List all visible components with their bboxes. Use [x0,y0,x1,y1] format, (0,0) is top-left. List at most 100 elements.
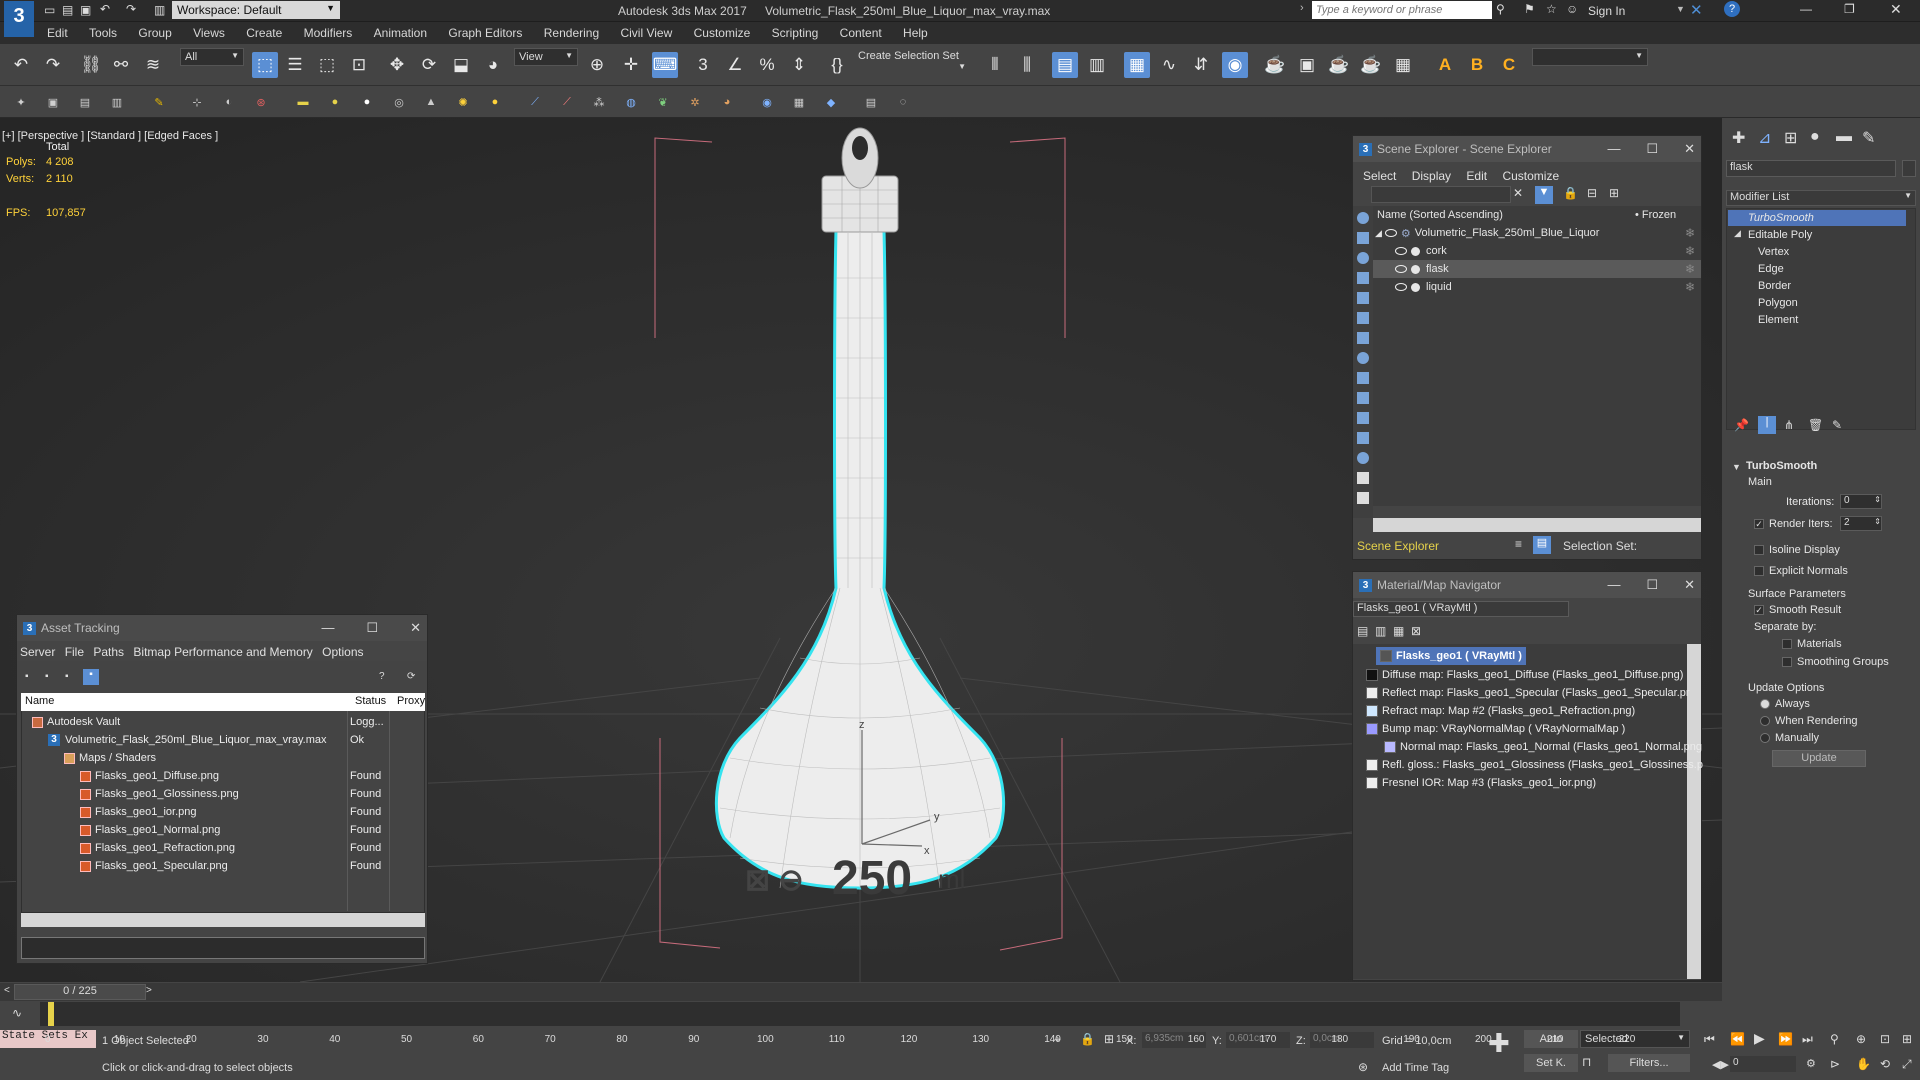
scene-menu-display[interactable]: Display [1406,166,1457,186]
isoline-checkbox[interactable]: Isoline Display [1754,544,1840,556]
cone-prim-icon[interactable]: ▲ [422,93,440,111]
vray-c-icon[interactable]: C [1496,52,1522,78]
subobject-polygon[interactable]: Polygon [1728,295,1906,311]
globe-tool-icon[interactable]: ◍ [622,93,640,111]
menu-edit[interactable]: Edit [38,22,77,44]
scene-object-row-selected[interactable]: flask [1373,260,1701,278]
manually-radio[interactable]: Manually [1760,732,1819,744]
display-lights-icon[interactable] [1357,272,1369,284]
favorites-icon[interactable]: ☆ [1546,2,1557,16]
orbit-icon[interactable]: ⟲ [1880,1057,1890,1071]
display-frozen-icon[interactable] [1357,432,1369,444]
render-production-icon[interactable]: ☕ [1326,52,1352,78]
frozen-snowflake-icon[interactable]: ❄ [1685,280,1695,294]
particle-tool-icon[interactable]: ⁂ [590,93,608,111]
configure-sets-icon[interactable]: ✎ [1832,418,1842,432]
vray-b-icon[interactable]: B [1464,52,1490,78]
scene-menu-customize[interactable]: Customize [1496,166,1565,186]
scene-explorer-icon[interactable]: ▦ [1124,52,1150,78]
select-object-icon[interactable]: ⬚ [252,52,278,78]
binoculars-icon[interactable]: ⚲ [1496,2,1505,16]
material-navigator-titlebar[interactable]: 3 Material/Map Navigator — ☐ ✕ [1353,572,1701,598]
asset-row-file[interactable]: Flasks_geo1_Refraction.png Found [80,839,484,857]
subobject-element[interactable]: Element [1728,312,1906,328]
curve-tool-icon[interactable]: ◐ [220,93,238,111]
placement-icon[interactable]: ◕ [480,52,506,78]
menu-help[interactable]: Help [894,22,937,44]
previous-frame-icon[interactable]: ⏪ [1730,1032,1745,1046]
material-root-row[interactable]: Flasks_geo1 ( VRayMtl ) [1376,647,1526,665]
communication-icon[interactable]: ⚑ [1524,2,1535,16]
asset-tool-3-icon[interactable]: ▪ [65,671,69,682]
view-list-icon[interactable]: ▤ [1357,624,1368,638]
layer-tool-2-icon[interactable]: ▤ [76,93,94,111]
transform-tool-icon[interactable]: ⊹ [188,93,206,111]
zoom-extents-icon[interactable]: ⊡ [1880,1032,1890,1046]
minimize-icon[interactable]: — [1800,2,1812,16]
scene-object-row[interactable]: cork [1395,242,1699,260]
geosphere-prim-icon[interactable]: ● [358,93,376,111]
object-color-swatch[interactable] [1902,160,1916,177]
percent-snap-icon[interactable]: % [754,52,780,78]
fx-tool-icon[interactable]: ✲ [686,93,704,111]
visibility-eye-icon[interactable] [1384,229,1397,237]
line-tool-icon[interactable]: ⟋ [558,93,576,111]
filter-icon[interactable]: ▼ [1535,186,1553,204]
smooth-result-checkbox[interactable]: ✓ Smooth Result [1754,604,1841,616]
materials-checkbox[interactable]: Materials [1782,638,1842,650]
menu-animation[interactable]: Animation [365,22,436,44]
create-tab-icon[interactable]: ✚ [1732,128,1745,148]
select-by-name-icon[interactable]: ☰ [282,52,308,78]
filters-button[interactable]: Filters... [1608,1054,1690,1072]
undo-icon[interactable]: ↶ [8,52,34,78]
asset-row-file[interactable]: Flasks_geo1_Specular.png Found [80,857,484,875]
exchange-icon[interactable]: ✕ [1690,1,1703,19]
open-file-icon[interactable]: ▤ [62,3,73,17]
asset-menu-paths[interactable]: Paths [90,642,127,662]
lock-selection-icon[interactable]: 🔒 [1080,1032,1095,1046]
ribbon-icon[interactable]: ▥ [1084,52,1110,78]
asset-tool-4-icon[interactable]: ▪ [83,669,99,685]
move-icon[interactable]: ✥ [384,52,410,78]
motion-tab-icon[interactable]: ● [1810,128,1820,146]
remove-modifier-icon[interactable]: 🗑 [1808,418,1823,432]
set-key-button[interactable]: Set K. [1524,1054,1578,1072]
view-list-icons-icon[interactable]: ▥ [1375,624,1386,638]
expand-icon[interactable]: ◢ [1375,228,1382,239]
scene-search-input[interactable] [1371,186,1511,203]
render-iters-spinner[interactable]: 2 ⇕ [1840,516,1882,531]
hierarchy-icon[interactable]: ⊟ [1587,186,1597,200]
spline-tool-icon[interactable]: ⟋ [526,93,544,111]
close-icon[interactable]: ✕ [410,620,421,636]
play-icon[interactable]: ▶ [1754,1030,1765,1047]
plant-tool-icon[interactable]: ❦ [654,93,672,111]
absolute-mode-icon[interactable]: ⊞ [1104,1032,1114,1046]
rendered-frame-icon[interactable]: ▣ [1294,52,1320,78]
iterations-spinner[interactable]: 0 ⇕ [1840,494,1882,509]
menu-civil-view[interactable]: Civil View [611,22,681,44]
display-containers-icon[interactable] [1357,412,1369,424]
menu-rendering[interactable]: Rendering [535,22,608,44]
scene-root-row[interactable]: ◢ ⚙ Volumetric_Flask_250ml_Blue_Liquor [1375,224,1699,242]
map-row-normal[interactable]: Normal map: Flasks_geo1_Normal (Flasks_g… [1384,738,1702,756]
time-slider-thumb[interactable]: 0 / 225 [14,984,146,1000]
field-of-view-icon[interactable]: ⊳ [1830,1057,1840,1071]
display-spacewarps-icon[interactable] [1357,332,1369,344]
maximize-icon[interactable]: ☐ [1646,141,1658,157]
box-prim-icon[interactable]: ▬ [294,93,312,111]
selection-filter-dropdown[interactable]: All ▼ [180,48,244,66]
display-list-icon[interactable] [1357,472,1369,484]
column-header-status[interactable]: Status [355,695,386,707]
asset-menu-server[interactable]: Server [17,642,58,662]
zoom-icon[interactable]: ⚲ [1830,1032,1839,1046]
pin-stack-icon[interactable]: 📌 [1734,418,1749,432]
unlink-icon[interactable]: ⚯ [108,52,134,78]
display-helpers-icon[interactable] [1357,312,1369,324]
asset-row-file[interactable]: Flasks_geo1_Diffuse.png Found [80,767,484,785]
rollout-collapse-icon[interactable]: ▼ [1732,462,1741,472]
new-file-icon[interactable]: ▭ [44,3,55,17]
help-tool-icon[interactable]: ◌ [894,93,912,111]
scene-hscrollbar[interactable] [1373,518,1701,532]
scene-menu-edit[interactable]: Edit [1460,166,1493,186]
schematic-view-icon[interactable]: ⇵ [1188,52,1214,78]
